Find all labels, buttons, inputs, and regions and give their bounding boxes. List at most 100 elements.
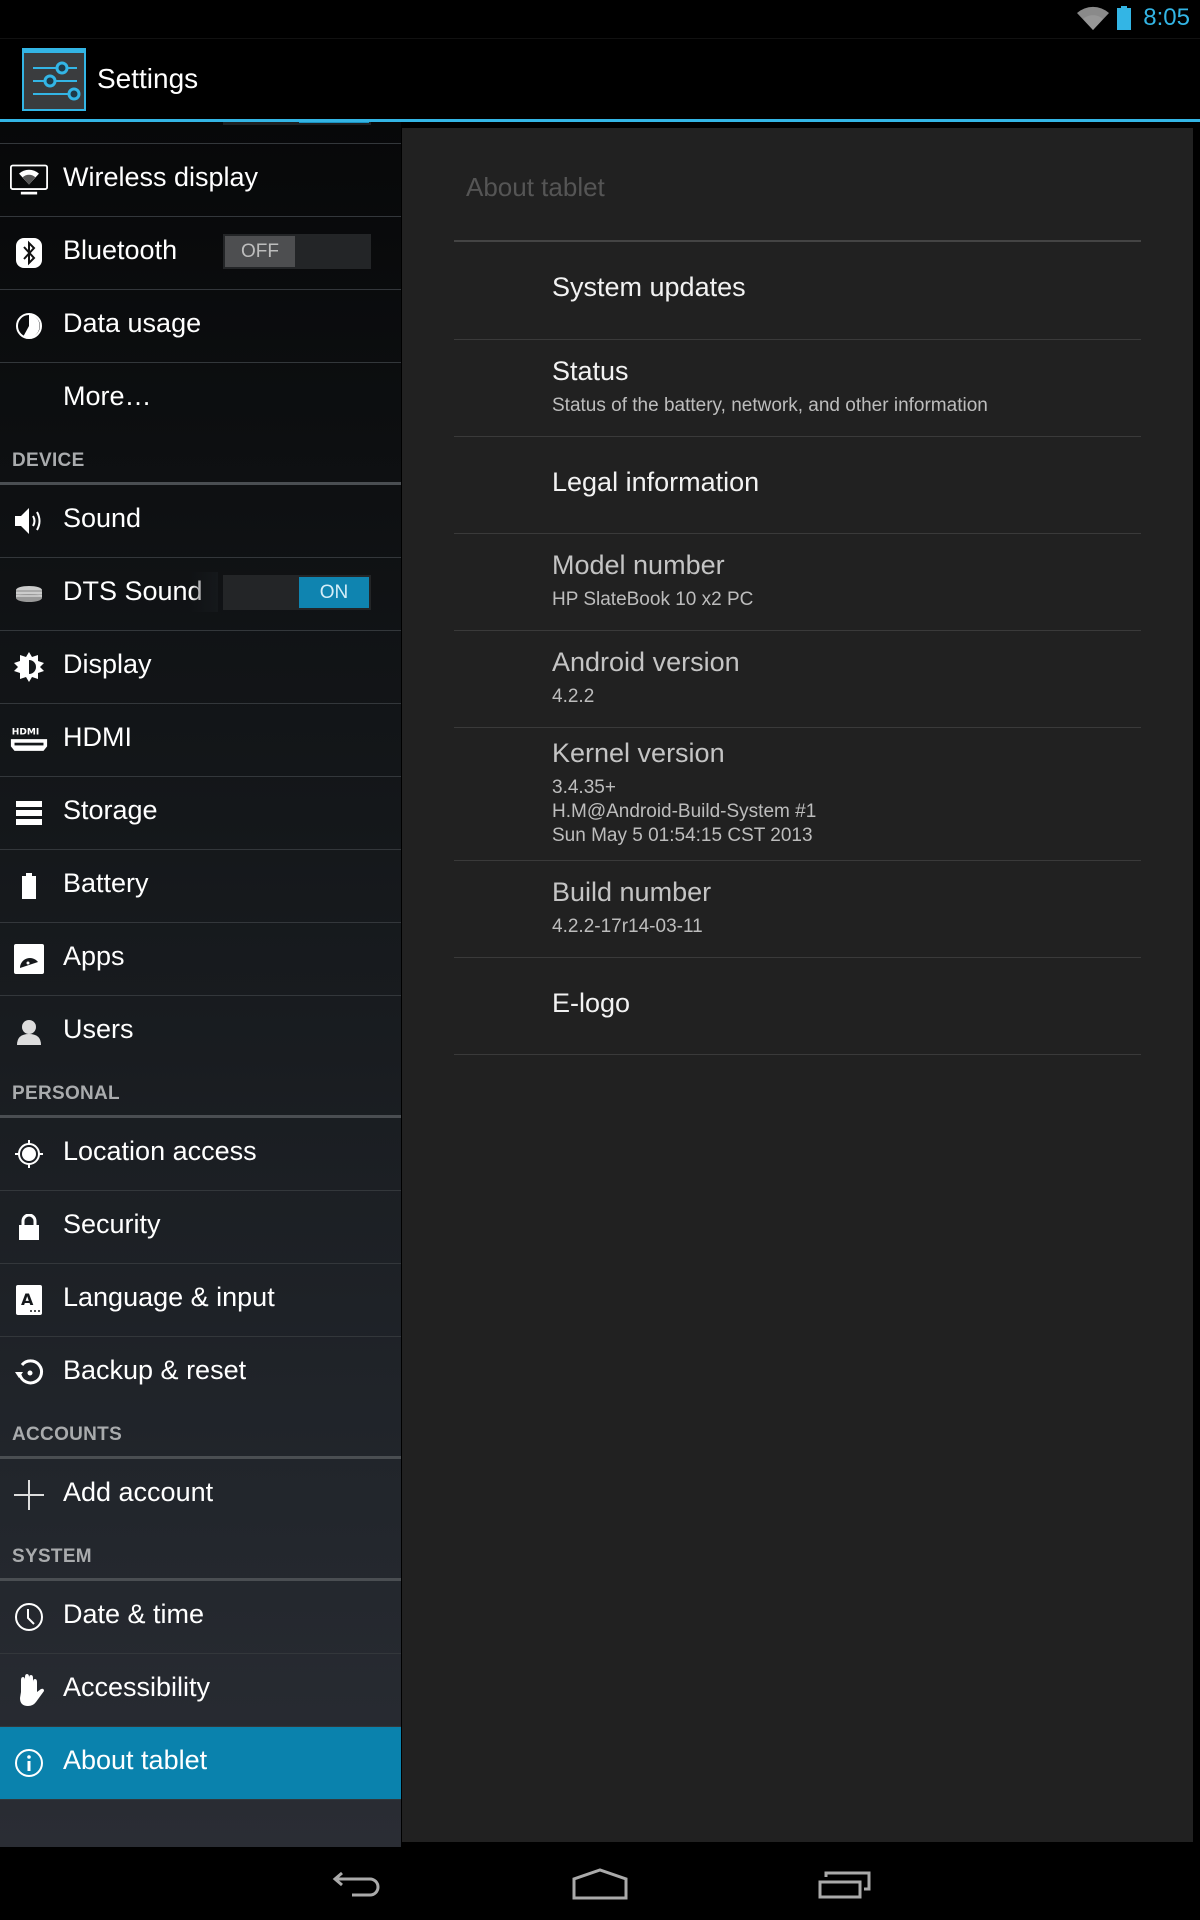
pref-summary: 4.2.2-17r14-03-11 xyxy=(552,916,703,937)
sidebar-item-hdmi[interactable]: HDMI HDMI xyxy=(0,704,401,777)
pref-title: Android version xyxy=(552,647,740,677)
app-title: Settings xyxy=(97,63,199,94)
home-icon xyxy=(572,1868,628,1900)
hand-icon xyxy=(10,1672,48,1708)
pref-summary: HP SlateBook 10 x2 PC xyxy=(552,589,754,610)
wireless-display-icon xyxy=(10,162,48,198)
sidebar-item-add-account[interactable]: Add account xyxy=(0,1459,401,1531)
plus-icon xyxy=(10,1477,48,1513)
hdmi-icon: HDMI xyxy=(10,722,48,758)
user-icon xyxy=(10,1014,48,1050)
settings-sidebar[interactable]: Wireless display Bluetooth OFF Data usag… xyxy=(0,122,401,1847)
bluetooth-toggle[interactable]: OFF xyxy=(223,234,371,269)
apps-android-icon xyxy=(10,941,48,977)
svg-text:HDMI: HDMI xyxy=(12,728,39,738)
pref-e-logo[interactable]: E-logo xyxy=(454,958,1141,1055)
sidebar-item-label: Add account xyxy=(63,1477,214,1507)
sidebar-item-label: Bluetooth xyxy=(63,235,178,265)
sidebar-item-apps[interactable]: Apps xyxy=(0,923,401,996)
sidebar-item-backup-reset[interactable]: Backup & reset xyxy=(0,1337,401,1409)
clock-time: 8:05 xyxy=(1143,4,1190,31)
pref-title: Status xyxy=(552,356,629,386)
sidebar-item-wifi-partial[interactable] xyxy=(0,122,401,144)
pref-title: Legal information xyxy=(552,467,760,497)
section-header-label: PERSONAL xyxy=(12,1083,120,1104)
lock-icon xyxy=(10,1209,48,1245)
section-header-system: SYSTEM xyxy=(0,1532,401,1581)
info-icon xyxy=(10,1745,48,1781)
bluetooth-icon xyxy=(10,235,48,271)
home-button[interactable] xyxy=(565,1861,635,1907)
pref-summary: 3.4.35+ H.M@Android-Build-System #1 Sun … xyxy=(552,777,817,846)
sidebar-item-about-tablet[interactable]: About tablet xyxy=(0,1727,401,1800)
sidebar-item-label: Sound xyxy=(63,503,142,533)
section-header-label: DEVICE xyxy=(12,450,85,471)
navigation-bar xyxy=(0,1847,1200,1920)
action-bar: Settings xyxy=(0,39,1200,119)
sidebar-item-label: About tablet xyxy=(63,1745,208,1775)
backup-reset-icon xyxy=(10,1355,48,1391)
pref-model-number: Model number HP SlateBook 10 x2 PC xyxy=(454,534,1141,631)
pref-kernel-version: Kernel version 3.4.35+ H.M@Android-Build… xyxy=(454,728,1141,861)
pref-title: Build number xyxy=(552,877,712,907)
dts-sound-toggle[interactable]: ON xyxy=(223,575,371,610)
recents-button[interactable] xyxy=(810,1861,880,1907)
sidebar-item-label: More… xyxy=(63,381,152,411)
sidebar-item-label: Battery xyxy=(63,868,149,898)
toggle-state: OFF xyxy=(225,236,295,267)
sidebar-item-date-time[interactable]: Date & time xyxy=(0,1581,401,1654)
pref-legal-information[interactable]: Legal information xyxy=(454,437,1141,534)
storage-icon xyxy=(10,795,48,831)
svg-text:A: A xyxy=(21,1290,34,1309)
sidebar-item-label: DTS Sound xyxy=(63,576,203,606)
sidebar-item-wireless-display[interactable]: Wireless display xyxy=(0,144,401,217)
sidebar-item-label: Apps xyxy=(63,941,125,971)
sidebar-item-bluetooth[interactable]: Bluetooth OFF xyxy=(0,217,401,290)
section-header-device: DEVICE xyxy=(0,436,401,485)
clock-icon xyxy=(10,1599,48,1635)
sidebar-item-data-usage[interactable]: Data usage xyxy=(0,290,401,363)
sidebar-item-label: Storage xyxy=(63,795,158,825)
sidebar-item-label: Display xyxy=(63,649,152,679)
status-bar: 8:05 xyxy=(0,0,1200,39)
sidebar-item-battery[interactable]: Battery xyxy=(0,850,401,923)
sidebar-item-location-access[interactable]: Location access xyxy=(0,1118,401,1191)
sidebar-item-security[interactable]: Security xyxy=(0,1191,401,1264)
about-tablet-pane: About tablet System updates Status Statu… xyxy=(402,128,1193,1842)
sidebar-item-language-input[interactable]: A Language & input xyxy=(0,1264,401,1337)
section-header-label: SYSTEM xyxy=(12,1546,92,1567)
sidebar-item-display[interactable]: Display xyxy=(0,631,401,704)
toggle-state: ON xyxy=(299,577,369,608)
sidebar-item-label: Data usage xyxy=(63,308,202,338)
settings-sliders-icon[interactable] xyxy=(22,48,86,111)
battery-icon xyxy=(10,868,48,904)
sidebar-item-accessibility[interactable]: Accessibility xyxy=(0,1654,401,1727)
sidebar-item-more[interactable]: More… xyxy=(0,363,401,435)
sidebar-item-label: Language & input xyxy=(63,1282,275,1312)
sidebar-item-users[interactable]: Users xyxy=(0,996,401,1068)
pref-summary: 4.2.2 xyxy=(552,686,595,707)
pref-system-updates[interactable]: System updates xyxy=(454,242,1141,340)
pref-title: Model number xyxy=(552,550,725,580)
pane-title: About tablet xyxy=(466,172,605,202)
battery-icon xyxy=(1117,6,1131,30)
label-fade xyxy=(190,572,218,612)
dts-icon xyxy=(10,576,48,612)
pref-summary: Status of the battery, network, and othe… xyxy=(552,395,988,416)
section-header-accounts: ACCOUNTS xyxy=(0,1410,401,1459)
pref-title: E-logo xyxy=(552,988,631,1018)
language-icon: A xyxy=(10,1282,48,1318)
sidebar-item-storage[interactable]: Storage xyxy=(0,777,401,850)
brightness-icon xyxy=(10,649,48,685)
data-usage-icon xyxy=(10,308,48,344)
sidebar-item-sound[interactable]: Sound xyxy=(0,485,401,558)
section-header-personal: PERSONAL xyxy=(0,1069,401,1118)
sidebar-item-label: Users xyxy=(63,1014,134,1044)
wifi-icon xyxy=(1077,6,1109,30)
pref-status[interactable]: Status Status of the battery, network, a… xyxy=(454,340,1141,437)
back-button[interactable] xyxy=(322,1861,392,1907)
pref-android-version: Android version 4.2.2 xyxy=(454,631,1141,728)
recents-icon xyxy=(818,1871,871,1899)
sidebar-item-dts-sound[interactable]: DTS Sound ON xyxy=(0,558,401,631)
sidebar-item-label: Location access xyxy=(63,1136,257,1166)
